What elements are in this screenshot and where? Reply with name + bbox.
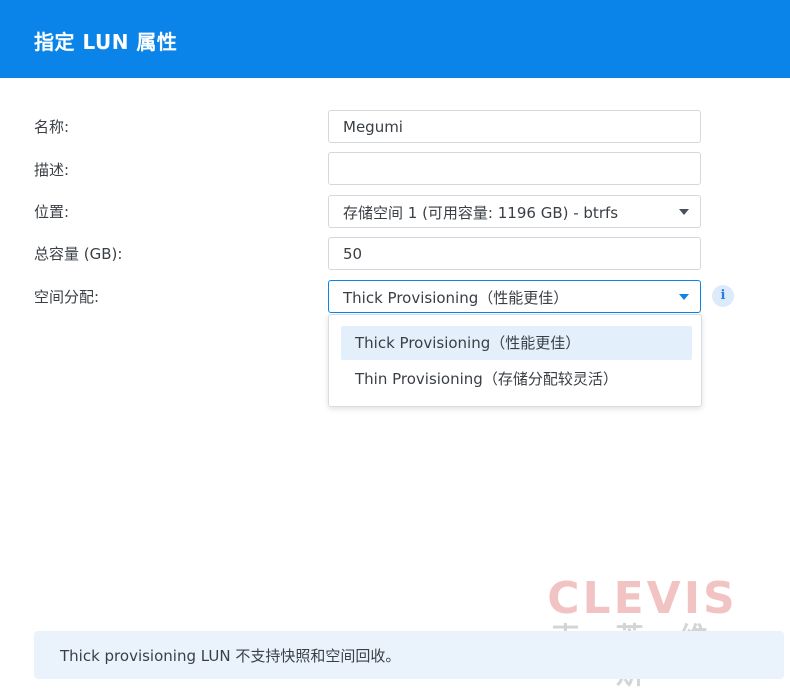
footer-note: Thick provisioning LUN 不支持快照和空间回收。 <box>34 631 784 679</box>
dialog-header: 指定 LUN 属性 <box>0 0 790 78</box>
allocation-select[interactable]: Thick Provisioning（性能更佳） <box>328 280 701 313</box>
option-thick-provisioning[interactable]: Thick Provisioning（性能更佳） <box>341 326 692 360</box>
allocation-label: 空间分配: <box>34 288 100 306</box>
dialog-title: 指定 LUN 属性 <box>34 30 178 54</box>
name-input[interactable] <box>329 111 700 142</box>
allocation-dropdown-menu: Thick Provisioning（性能更佳） Thin Provisioni… <box>328 314 702 407</box>
description-field[interactable] <box>328 152 701 185</box>
location-select-value: 存储空间 1 (可用容量: 1196 GB) - btrfs <box>343 204 619 222</box>
watermark-logo: CLEVIS <box>547 573 738 624</box>
allocation-select-value: Thick Provisioning（性能更佳） <box>343 289 569 307</box>
description-label: 描述: <box>34 161 70 179</box>
capacity-label: 总容量 (GB): <box>34 245 123 263</box>
option-thin-provisioning[interactable]: Thin Provisioning（存储分配较灵活） <box>341 362 692 396</box>
capacity-input[interactable] <box>329 238 700 269</box>
location-select[interactable]: 存储空间 1 (可用容量: 1196 GB) - btrfs <box>328 195 701 228</box>
capacity-field[interactable] <box>328 237 701 270</box>
chevron-down-icon <box>679 209 689 215</box>
location-label: 位置: <box>34 203 70 221</box>
name-field[interactable] <box>328 110 701 143</box>
description-input[interactable] <box>329 153 700 184</box>
name-label: 名称: <box>34 118 70 136</box>
footer-note-text: Thick provisioning LUN 不支持快照和空间回收。 <box>60 647 401 665</box>
info-icon[interactable]: i <box>712 285 734 307</box>
chevron-down-icon <box>679 294 689 300</box>
